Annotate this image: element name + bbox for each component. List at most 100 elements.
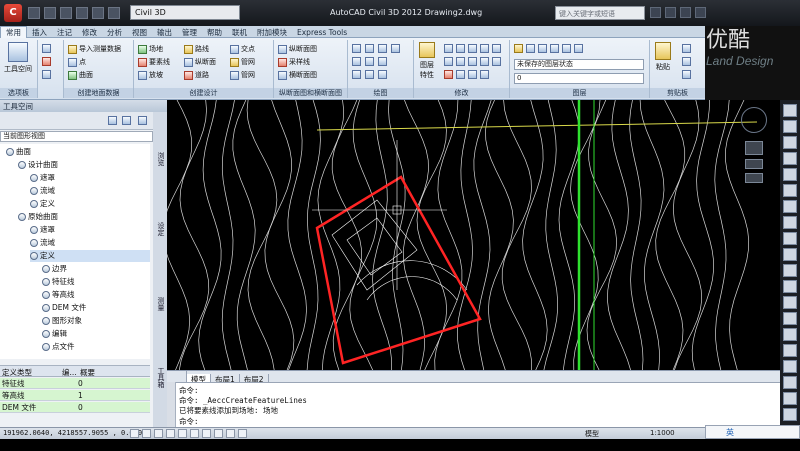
alignment-button[interactable]: 路线 <box>184 44 209 54</box>
palette-btn-3[interactable] <box>42 70 51 79</box>
tree-node[interactable]: 遮罩 <box>30 172 150 184</box>
spline-icon[interactable] <box>352 70 361 79</box>
col-definition-type[interactable]: 定义类型 <box>2 367 32 378</box>
tree-node[interactable]: DEM 文件 <box>42 302 150 314</box>
save-icon[interactable] <box>60 7 72 19</box>
intersection-button[interactable]: 交点 <box>230 44 255 54</box>
ducs-icon[interactable] <box>202 429 211 438</box>
tree-node[interactable]: 编辑 <box>42 328 150 340</box>
side-tool-icon[interactable] <box>783 216 797 229</box>
section-view-button[interactable]: 横断面图 <box>278 70 317 80</box>
trim-icon[interactable] <box>468 44 477 53</box>
side-tool-icon[interactable] <box>783 232 797 245</box>
side-tool-icon[interactable] <box>783 360 797 373</box>
tab-settings[interactable]: 设定 <box>154 222 166 236</box>
layer-properties-button[interactable]: 图层特性 <box>417 42 437 80</box>
col-summary[interactable]: 概要 <box>80 367 95 378</box>
layer-lock-icon[interactable] <box>538 44 547 53</box>
copy-icon[interactable] <box>480 44 489 53</box>
arc-icon[interactable] <box>391 44 400 53</box>
tree-node[interactable]: 等高线 <box>42 289 150 301</box>
tree-node[interactable]: 流域 <box>30 237 150 249</box>
ime-indicator[interactable]: 英 <box>705 425 800 439</box>
qp-icon[interactable] <box>238 429 247 438</box>
layer-freeze-icon[interactable] <box>526 44 535 53</box>
fillet-icon[interactable] <box>444 57 453 66</box>
layer-on-icon[interactable] <box>514 44 523 53</box>
scale-icon[interactable] <box>468 57 477 66</box>
side-tool-icon[interactable] <box>783 376 797 389</box>
snap-icon[interactable] <box>130 429 139 438</box>
command-prompt[interactable]: 命令: <box>179 416 199 427</box>
explode-icon[interactable] <box>492 57 501 66</box>
tree-node[interactable]: 遮罩 <box>30 224 150 236</box>
sample-lines-button[interactable]: 采样线 <box>278 57 310 67</box>
side-tool-icon[interactable] <box>783 408 797 421</box>
zoom-icon[interactable] <box>745 173 763 183</box>
rotate-icon[interactable] <box>456 44 465 53</box>
toolspace-view-icon[interactable] <box>122 116 131 125</box>
erase-icon[interactable] <box>444 70 453 79</box>
layer-walk-icon[interactable] <box>574 44 583 53</box>
side-tool-icon[interactable] <box>783 328 797 341</box>
corridor-button[interactable]: 道路 <box>184 70 209 80</box>
model-space-label[interactable]: 模型 <box>585 429 599 439</box>
view-selector-dropdown[interactable]: 当前图形视图 <box>0 131 153 142</box>
extend-icon[interactable] <box>468 70 477 79</box>
side-tool-icon[interactable] <box>783 296 797 309</box>
table-row[interactable]: DEM 文件 0 <box>0 402 150 413</box>
side-tool-icon[interactable] <box>783 168 797 181</box>
tab-nav-icon[interactable] <box>167 371 187 382</box>
array-icon[interactable] <box>480 57 489 66</box>
side-tool-icon[interactable] <box>783 344 797 357</box>
surfaces-button[interactable]: 曲面 <box>68 70 93 80</box>
pan-icon[interactable] <box>745 159 763 169</box>
grid-icon[interactable] <box>142 429 151 438</box>
mirror-icon[interactable] <box>492 44 501 53</box>
pressure-network-button[interactable]: 管网 <box>230 70 255 80</box>
side-tool-icon[interactable] <box>783 392 797 405</box>
help-icon[interactable] <box>138 116 147 125</box>
tree-node[interactable]: 点文件 <box>42 341 150 353</box>
table-row[interactable]: 等高线 1 <box>0 390 150 401</box>
layer-iso-icon[interactable] <box>550 44 559 53</box>
tree-node[interactable]: 边界 <box>42 263 150 275</box>
redo-icon[interactable] <box>108 7 120 19</box>
search-icon[interactable] <box>650 7 661 18</box>
tree-node[interactable]: 特征线 <box>42 276 150 288</box>
offset-icon[interactable] <box>456 70 465 79</box>
profile-button[interactable]: 纵断面 <box>184 57 216 67</box>
side-tool-icon[interactable] <box>783 248 797 261</box>
tree-node[interactable]: 图形对象 <box>42 315 150 327</box>
stretch-icon[interactable] <box>456 57 465 66</box>
copy-clip-button[interactable] <box>682 57 691 66</box>
tree-node[interactable]: 定义 <box>30 250 150 262</box>
drawing-canvas[interactable] <box>167 100 780 370</box>
lineweight-icon[interactable] <box>226 429 235 438</box>
steeringwheel-icon[interactable] <box>745 141 763 155</box>
side-tool-icon[interactable] <box>783 152 797 165</box>
break-icon[interactable] <box>480 70 489 79</box>
app-menu-button[interactable]: C <box>4 4 22 22</box>
tab-prospector[interactable]: 浏览 <box>154 152 166 166</box>
pipe-network-button[interactable]: 管网 <box>230 57 255 67</box>
toolspace-button[interactable]: 工具空间 <box>4 42 32 74</box>
workspace-dropdown[interactable]: Civil 3D <box>130 5 240 20</box>
polar-icon[interactable] <box>166 429 175 438</box>
palette-btn-1[interactable] <box>42 44 51 53</box>
feature-line-button[interactable]: 要素线 <box>138 57 170 67</box>
tree-node[interactable]: 原始曲面 <box>18 211 150 223</box>
print-icon[interactable] <box>76 7 88 19</box>
table-row[interactable]: 特征线 0 <box>0 378 150 389</box>
tree-node[interactable]: 设计曲面 <box>18 159 150 171</box>
osnap-icon[interactable] <box>178 429 187 438</box>
tree-node[interactable]: 定义 <box>30 198 150 210</box>
move-icon[interactable] <box>444 44 453 53</box>
current-layer-dropdown[interactable]: 0 <box>514 73 644 84</box>
ortho-icon[interactable] <box>154 429 163 438</box>
side-tool-icon[interactable] <box>783 104 797 117</box>
tree-node[interactable]: 流域 <box>30 185 150 197</box>
communication-icon[interactable] <box>665 7 676 18</box>
otrack-icon[interactable] <box>190 429 199 438</box>
open-icon[interactable] <box>44 7 56 19</box>
